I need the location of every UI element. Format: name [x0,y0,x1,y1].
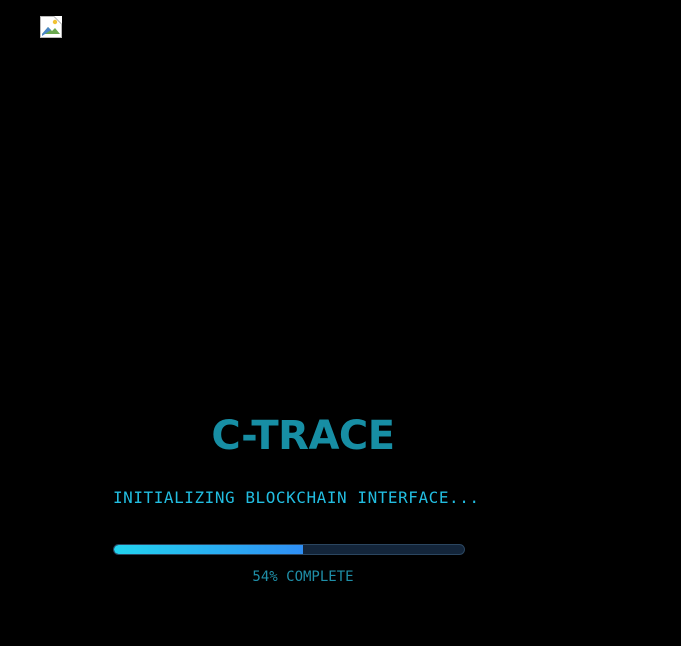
progress-bar-fill [114,545,303,554]
app-title: C-TRACE [211,413,395,459]
progress-percent-label: 54% COMPLETE [113,568,493,586]
loading-status-text: INITIALIZING BLOCKCHAIN INTERFACE... [113,488,480,507]
progress-percent-value: 54% [252,569,278,585]
broken-image-icon [40,16,62,38]
progress-complete-label: COMPLETE [286,569,354,585]
loading-screen: C-TRACE INITIALIZING BLOCKCHAIN INTERFAC… [0,0,681,646]
progress-bar [113,544,465,555]
